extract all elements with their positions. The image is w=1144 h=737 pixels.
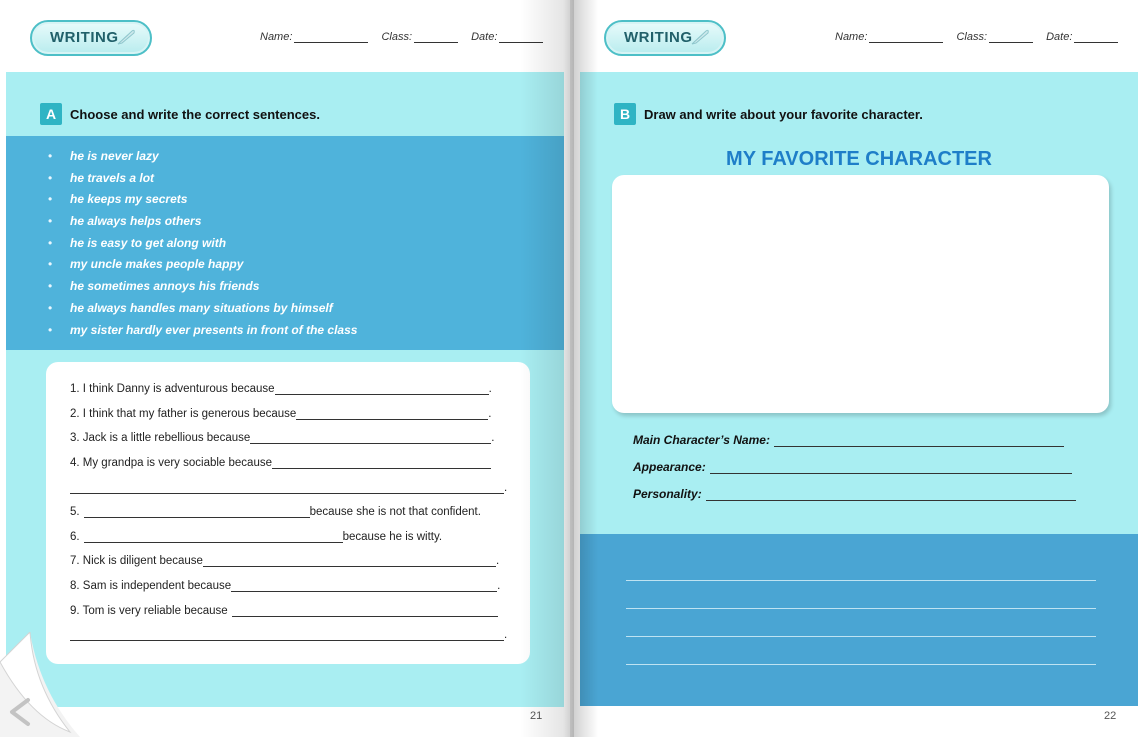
- quill-icon: [117, 29, 135, 45]
- left-page: WRITING Name: Class: Date: A Choose and w…: [0, 0, 570, 737]
- question-9-continuation: .: [70, 629, 507, 641]
- date-line[interactable]: [499, 32, 544, 43]
- name-label: Name:: [835, 31, 868, 43]
- answer-line[interactable]: [231, 605, 498, 617]
- header-fields: Name: Class: Date:: [835, 31, 1119, 43]
- name-label: Name:: [260, 31, 293, 43]
- answer-line[interactable]: [70, 482, 504, 494]
- section-letter: B: [614, 103, 636, 125]
- option-item: he always handles many situations by him…: [48, 298, 564, 320]
- answer-line[interactable]: [202, 555, 496, 567]
- options-box: he is never lazy he travels a lot he kee…: [6, 136, 564, 350]
- drawing-area[interactable]: [612, 175, 1109, 413]
- section-title: Draw and write about your favorite chara…: [644, 106, 923, 122]
- answer-line[interactable]: [773, 435, 1064, 447]
- question-8: 8. Sam is independent because.: [70, 580, 501, 592]
- favorite-character-heading: MY FAVORITE CHARACTER: [726, 148, 992, 170]
- section-title: Choose and write the correct sentences.: [70, 106, 320, 122]
- answer-line[interactable]: [272, 457, 491, 469]
- writing-lines-area: [580, 534, 1138, 706]
- question-4-continuation: .: [70, 482, 507, 494]
- option-item: he is never lazy: [48, 146, 564, 168]
- section-a-heading: A Choose and write the correct sentences.: [40, 103, 320, 125]
- option-item: my uncle makes people happy: [48, 254, 564, 276]
- option-item: he travels a lot: [48, 168, 564, 190]
- answer-line[interactable]: [231, 580, 498, 592]
- answer-line[interactable]: [83, 506, 310, 518]
- header-fields: Name: Class: Date:: [260, 31, 544, 43]
- date-label: Date:: [471, 31, 498, 43]
- writing-badge: WRITING: [30, 20, 152, 56]
- answer-line[interactable]: [70, 629, 504, 641]
- question-4: 4. My grandpa is very sociable because: [70, 457, 491, 469]
- class-label: Class:: [956, 31, 988, 43]
- section-b-heading: B Draw and write about your favorite char…: [614, 103, 923, 125]
- date-label: Date:: [1046, 31, 1073, 43]
- question-5: 5. because she is not that confident.: [70, 506, 481, 518]
- option-item: he always helps others: [48, 211, 564, 233]
- name-line[interactable]: [294, 32, 369, 43]
- option-item: he keeps my secrets: [48, 189, 564, 211]
- personality-field: Personality:: [633, 487, 1076, 501]
- answer-line[interactable]: [705, 489, 1076, 501]
- option-item: he is easy to get along with: [48, 233, 564, 255]
- writing-line[interactable]: [626, 664, 1096, 665]
- question-9: 9. Tom is very reliable because: [70, 605, 498, 617]
- question-1: 1. I think Danny is adventurous because.: [70, 383, 492, 395]
- quill-icon: [691, 29, 709, 45]
- section-letter: A: [40, 103, 62, 125]
- page-number-left: 21: [530, 710, 543, 722]
- answer-line[interactable]: [250, 432, 492, 444]
- option-item: my sister hardly ever presents in front …: [48, 320, 564, 342]
- class-label: Class:: [381, 31, 413, 43]
- appearance-field: Appearance:: [633, 460, 1072, 474]
- question-3: 3. Jack is a little rebellious because.: [70, 432, 495, 444]
- name-line[interactable]: [869, 32, 944, 43]
- option-item: he sometimes annoys his friends: [48, 276, 564, 298]
- answer-line[interactable]: [274, 383, 489, 395]
- writing-line[interactable]: [626, 580, 1096, 581]
- question-7: 7. Nick is diligent because.: [70, 555, 500, 567]
- answer-line[interactable]: [709, 462, 1072, 474]
- writing-line[interactable]: [626, 636, 1096, 637]
- class-line[interactable]: [989, 32, 1034, 43]
- page-number-right: 22: [1104, 710, 1117, 722]
- date-line[interactable]: [1074, 32, 1119, 43]
- questions-card: 1. I think Danny is adventurous because.…: [46, 362, 530, 664]
- writing-badge: WRITING: [604, 20, 726, 56]
- question-6: 6. because he is witty.: [70, 531, 443, 543]
- class-line[interactable]: [414, 32, 459, 43]
- character-name-field: Main Character’s Name:: [633, 433, 1064, 447]
- answer-line[interactable]: [296, 408, 489, 420]
- question-2: 2. I think that my father is generous be…: [70, 408, 492, 420]
- right-page: WRITING Name: Class: Date: B Draw and wri…: [574, 0, 1144, 737]
- writing-line[interactable]: [626, 608, 1096, 609]
- page-curl-prev-icon[interactable]: [0, 632, 80, 737]
- answer-line[interactable]: [83, 531, 343, 543]
